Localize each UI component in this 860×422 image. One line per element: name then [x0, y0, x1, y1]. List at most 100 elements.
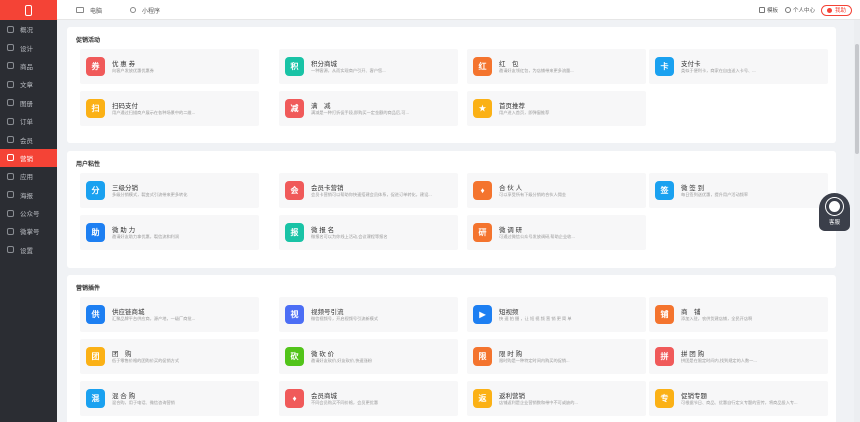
mini-program-icon [130, 7, 136, 13]
sidebar-item[interactable]: 应用 [0, 167, 57, 185]
feature-card[interactable]: 扫扫码支付 用户通过扫描商户展示在各种场景中的二维... [80, 91, 259, 126]
group-deal-icon: 拼 [655, 347, 674, 366]
card-description: 微信视频号，开启视频号引流新模式 [311, 316, 379, 321]
card-description: 用户进入首页，即弹窗推荐 [499, 110, 550, 115]
section-user-stickiness: 用户粘性 分三级分销 多级分销模式，裂变式引流带来更多转化会会员卡营销 会员卡营销可… [67, 151, 836, 268]
feature-card[interactable]: 会会员卡营销 会员卡营销可以帮助你快速搭建会员体系，促进订单转化，建设... [279, 173, 458, 208]
sidebar-item[interactable]: 商品 [0, 57, 57, 75]
card-title: 会员卡营销 [311, 185, 344, 192]
scrollbar-thumb[interactable] [855, 44, 859, 154]
section-title: 促销活动 [76, 38, 101, 44]
feature-card[interactable]: 券优 惠 券向客户发放优惠优惠券 [80, 49, 259, 84]
sidebar-item[interactable]: 概况 [0, 20, 57, 38]
card-title: 满 减 [311, 103, 331, 110]
sidebar-item[interactable]: 订单 [0, 112, 57, 130]
card-title: 拼 团 购 [681, 351, 705, 358]
help-button[interactable]: 我助 [820, 4, 852, 16]
sidebar-item[interactable]: 公众号 [0, 204, 57, 222]
card-title: 团 购 [112, 351, 132, 358]
top-bar: 电脑 小程序 模板 个人中心 我助 [57, 0, 860, 20]
monitor-icon [76, 7, 84, 13]
section-marketing-plugins: 营销插件 供供应链商城 汇聚品牌平台供应商，源产地，一级厂商批... 视视频号引流微… [67, 275, 836, 422]
distribution-icon: 分 [86, 181, 105, 200]
user-center-link[interactable]: 个人中心 [793, 6, 815, 14]
feature-card[interactable]: 视视频号引流 微信视频号，开启视频号引流新模式 [279, 297, 458, 332]
card-title: 返利营销 [499, 393, 525, 400]
feature-card[interactable]: 砍微 砍 价邀请好友砍价,好友砍价,快速涨粉 [279, 339, 458, 374]
feature-card[interactable]: 供供应链商城 汇聚品牌平台供应商，源产地，一级厂商批... [80, 297, 259, 332]
homepage-recommend-icon: ★ [473, 99, 492, 118]
sidebar-item[interactable]: 海报 [0, 186, 57, 204]
tab-computer[interactable]: 电脑 [76, 0, 102, 20]
card-description: 邀请好友领红包，为店铺带来更多流量... [499, 68, 574, 73]
sidebar-item-icon [7, 62, 14, 70]
card-description: 不同会员购买不同价格，会员更优惠 [311, 400, 379, 405]
feature-card[interactable]: 签微 签 到每日签到送优惠，提升用户活动频率 [649, 173, 828, 208]
card-description: 类似于便利卡，商家在自由送入卡号、... [681, 68, 756, 73]
feature-card[interactable]: 研微 调 研可通过微信公众号发放调研,帮助企业收... [467, 215, 646, 250]
section-title: 用户粘性 [76, 162, 101, 168]
sidebar-item[interactable]: 营销 [0, 148, 57, 168]
card-description: 低于零售价格的团购价买的促销方式 [112, 358, 180, 363]
feature-card[interactable]: ▶ 短视频快 速 拍 摄 ，让 短 视 频 营 销 更 简 单 [467, 297, 646, 332]
sidebar-item-icon [7, 191, 14, 199]
sidebar-item-label: 微掌号 [20, 229, 40, 237]
tab-mini-program[interactable]: 小程序 [130, 0, 160, 20]
user-icon [784, 7, 791, 13]
short-video-icon: ▶ [473, 305, 492, 324]
feature-card[interactable]: ★ 首页推荐 用户进入首页，即弹窗推荐 [467, 91, 646, 126]
card-title: 积分商城 [311, 61, 337, 68]
scrollbar[interactable] [854, 20, 860, 422]
customer-service-icon [826, 198, 843, 215]
sidebar-item[interactable]: 文章 [0, 75, 57, 93]
feature-card[interactable]: 助微 助 力邀请好友助力拿优惠，裂信流和利润 [80, 215, 259, 250]
card-description: 邀请好友助力拿优惠，裂信流和利润 [112, 234, 180, 239]
feature-card[interactable]: 返返利营销 店铺返利是企业营销数和带中不可或缺的... [467, 381, 646, 416]
member-mall-icon: ♦ [285, 389, 304, 408]
feature-card[interactable]: 团团 购低于零售价格的团购价买的促销方式 [80, 339, 259, 374]
tab-label: 电脑 [90, 8, 103, 15]
card-description: 可以享受所有下级分销的合伙人佣金 [499, 192, 567, 197]
sidebar-item-label: 订单 [20, 119, 33, 127]
top-right-actions: 模板 个人中心 我助 [758, 0, 852, 20]
sidebar-item[interactable]: 会员 [0, 130, 57, 148]
bargain-icon: 砍 [285, 347, 304, 366]
feature-card[interactable]: 专促销专题 可根据节日、商品、优惠自行定义专题的宣传，将商品投入专... [649, 381, 828, 416]
promo-topic-icon: 专 [655, 389, 674, 408]
card-title: 微 助 力 [112, 227, 136, 234]
feature-card[interactable]: 铺商 铺添加入驻，农供货建店铺，全民开店啊 [649, 297, 828, 332]
card-title: 微 调 研 [499, 227, 523, 234]
sidebar-item-icon [7, 209, 14, 217]
sidebar-item-icon [7, 227, 14, 235]
feature-card[interactable]: ♦ 合 伙 人可以享受所有下级分销的合伙人佣金 [467, 173, 646, 208]
app-logo[interactable] [0, 0, 57, 20]
sidebar-item-label: 公众号 [20, 211, 40, 219]
card-title: 供应链商城 [112, 309, 145, 316]
card-title: 微 砍 价 [311, 351, 335, 358]
supply-chain-icon: 供 [86, 305, 105, 324]
sidebar-item[interactable]: 设置 [0, 241, 57, 259]
feature-card[interactable]: 拼拼 团 购拼团是在限定时间内,找到规定的人数一... [649, 339, 828, 374]
sidebar-item[interactable]: 微掌号 [0, 222, 57, 240]
card-description: 一种客源，从而实现商户引开、客户您... [311, 68, 386, 73]
feature-card[interactable]: 红红 包邀请好友领红包，为店铺带来更多流量... [467, 49, 646, 84]
feature-card[interactable]: 卡支付卡 类似于便利卡，商家在自由送入卡号、... [649, 49, 828, 84]
feature-card[interactable]: 分三级分销 多级分销模式，裂变式引流带来更多转化 [80, 173, 259, 208]
feature-card[interactable]: ♦ 会员商城 不同会员购买不同价格，会员更优惠 [279, 381, 458, 416]
sidebar-item-label: 文章 [20, 82, 33, 90]
card-title: 限 时 购 [499, 351, 523, 358]
card-title: 促销专题 [681, 393, 707, 400]
sidebar-item[interactable]: 图册 [0, 94, 57, 112]
feature-card[interactable]: 积积分商城 一种客源，从而实现商户引开、客户您... [279, 49, 458, 84]
feature-card[interactable]: 减满 减满减是一种打折促手段,即购买一定金额的商品后,可... [279, 91, 458, 126]
feature-card[interactable]: 报微 报 名微报名可以为你线上活动,会议课程等报名 [279, 215, 458, 250]
card-description: 店铺返利是企业营销数和带中不可或缺的... [499, 400, 578, 405]
feature-card[interactable]: 混混 合 购混合购，用于电话、微信咨询营销 [80, 381, 259, 416]
sidebar-item[interactable]: 设计 [0, 38, 57, 56]
template-link[interactable]: 模板 [767, 6, 778, 14]
coupon-icon: 券 [86, 57, 105, 76]
sidebar-item-icon [7, 154, 14, 162]
customer-service-widget[interactable]: 客服 [819, 193, 850, 231]
card-title: 会员商城 [311, 393, 337, 400]
feature-card[interactable]: 限限 时 购限时购是一种特定时间内购买的促销... [467, 339, 646, 374]
